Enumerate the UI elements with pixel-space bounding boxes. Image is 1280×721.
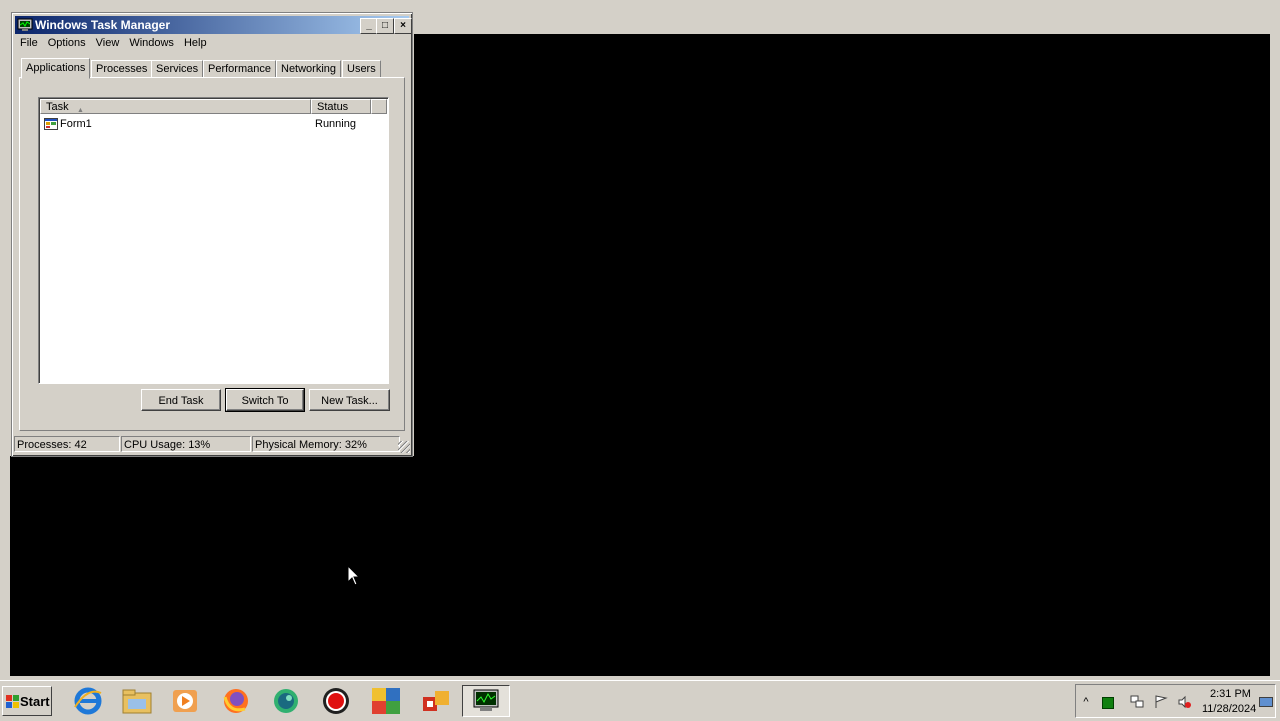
windows-logo-icon <box>6 695 19 708</box>
menu-windows[interactable]: Windows <box>124 35 179 51</box>
tab-performance[interactable]: Performance <box>203 60 276 78</box>
sort-ascending-icon: ▲ <box>77 107 84 114</box>
table-row[interactable]: Form1 Running <box>43 117 383 132</box>
column-status-label: Status <box>317 101 349 113</box>
task-manager-icon <box>17 18 33 31</box>
chat-app-icon[interactable] <box>269 685 303 717</box>
green-square-icon <box>1102 697 1114 709</box>
network-icon[interactable] <box>1130 695 1144 709</box>
task-list[interactable]: Task ▲ Status Form1 Running <box>38 97 389 384</box>
processes-count: Processes: 42 <box>14 436 120 452</box>
background-window <box>414 34 1270 676</box>
row-task-name: Form1 <box>60 118 92 130</box>
action-center-flag-icon[interactable] <box>1154 695 1168 709</box>
task-manager-window: Windows Task Manager _ □ × File Options Vi… <box>11 12 413 457</box>
tab-users[interactable]: Users <box>342 60 381 78</box>
internet-explorer-icon[interactable] <box>71 685 105 717</box>
status-bar: Processes: 42 CPU Usage: 13% Physical Me… <box>14 435 410 453</box>
list-header: Task ▲ Status <box>40 99 387 115</box>
tray-app-icon[interactable] <box>1100 695 1114 709</box>
task-manager-icon <box>473 689 499 711</box>
start-label: Start <box>20 694 50 709</box>
system-tray: ^ 2:31 PM 11/28/2024 <box>1075 684 1276 718</box>
show-desktop-icon[interactable] <box>1259 695 1273 709</box>
desktop-glyph <box>1259 697 1273 707</box>
office-app-icon[interactable] <box>419 685 453 717</box>
resize-grip[interactable] <box>398 441 410 453</box>
firefox-icon[interactable] <box>219 685 253 717</box>
record-icon[interactable] <box>319 685 353 717</box>
tab-networking[interactable]: Networking <box>276 60 342 78</box>
clock-date[interactable]: 11/28/2024 <box>1202 703 1256 715</box>
close-button[interactable]: × <box>394 18 412 34</box>
taskbar: Start ^ 2:31 PM 11/28/2024 <box>0 680 1280 721</box>
menu-file[interactable]: File <box>15 35 43 51</box>
media-player-icon[interactable] <box>168 685 202 717</box>
task-manager-taskbar-button[interactable] <box>462 685 510 717</box>
volume-muted-icon[interactable] <box>1178 695 1192 709</box>
file-explorer-icon[interactable] <box>120 685 154 717</box>
new-task-button[interactable]: New Task... <box>309 389 390 411</box>
menu-bar: File Options View Windows Help <box>15 35 409 53</box>
avg-icon[interactable] <box>369 685 403 717</box>
maximize-button[interactable]: □ <box>376 18 394 34</box>
tab-processes[interactable]: Processes <box>91 60 153 78</box>
window-title: Windows Task Manager <box>35 18 171 32</box>
menu-options[interactable]: Options <box>43 35 91 51</box>
end-task-button[interactable]: End Task <box>141 389 221 411</box>
column-task-label: Task <box>46 101 69 113</box>
column-task[interactable]: Task ▲ <box>40 99 311 114</box>
network-glyph <box>1130 695 1144 708</box>
clock-time[interactable]: 2:31 PM <box>1210 688 1251 700</box>
tab-services[interactable]: Services <box>151 60 204 78</box>
menu-view[interactable]: View <box>91 35 125 51</box>
column-filler <box>371 99 387 114</box>
tab-applications[interactable]: Applications <box>21 58 91 79</box>
flag-glyph <box>1155 695 1168 708</box>
row-task-status: Running <box>315 118 356 130</box>
cpu-usage: CPU Usage: 13% <box>121 436 251 452</box>
column-status[interactable]: Status <box>311 99 371 114</box>
menu-help[interactable]: Help <box>179 35 212 51</box>
speaker-glyph <box>1178 695 1191 709</box>
mouse-cursor-icon <box>348 566 360 586</box>
switch-to-button[interactable]: Switch To <box>225 388 305 412</box>
title-bar[interactable]: Windows Task Manager _ □ × <box>15 16 412 34</box>
application-window-icon <box>44 118 58 130</box>
start-button[interactable]: Start <box>2 686 52 716</box>
tray-overflow-icon[interactable]: ^ <box>1079 695 1093 709</box>
physical-memory: Physical Memory: 32% <box>252 436 400 452</box>
